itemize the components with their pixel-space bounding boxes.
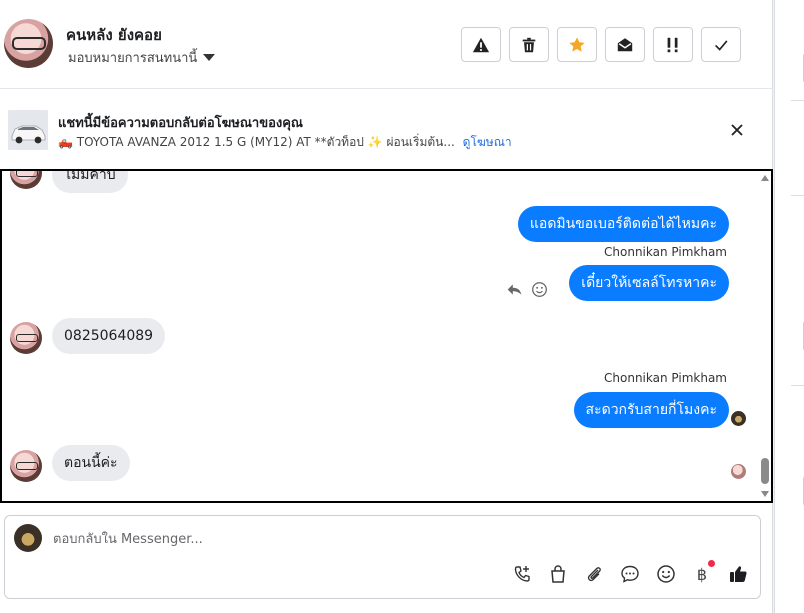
envelope-open-icon	[617, 37, 633, 51]
ad-description-row: 🛻 TOYOTA AVANZA 2012 1.5 G (MY12) AT **ต…	[58, 133, 512, 152]
close-icon[interactable]	[727, 120, 747, 140]
payment-button[interactable]: ฿	[692, 560, 715, 584]
sender-name: Chonnikan Pimkham	[604, 245, 727, 259]
ad-thumbnail[interactable]	[8, 110, 48, 150]
baht-icon: ฿	[696, 564, 708, 584]
header-actions	[461, 27, 741, 62]
shopping-bag-icon	[551, 565, 565, 583]
message-bubble-outgoing: แอดมินขอเบอร์ติดต่อได้ไหมคะ	[517, 206, 729, 242]
contact-name[interactable]: คนหลัง ยังคอย	[66, 23, 162, 47]
trash-icon	[522, 37, 536, 52]
shop-button[interactable]	[548, 564, 568, 584]
sender-name: Chonnikan Pimkham	[604, 371, 727, 385]
call-button[interactable]	[512, 564, 532, 584]
sidebar-divider	[791, 100, 804, 101]
car-image	[8, 110, 48, 150]
priority-button[interactable]	[653, 27, 693, 62]
message-bubble-incoming: ไม่มีค่าบ	[52, 171, 128, 193]
spam-button[interactable]	[461, 27, 501, 62]
reply-icon[interactable]	[506, 281, 523, 298]
ad-description: 🛻 TOYOTA AVANZA 2012 1.5 G (MY12) AT **ต…	[58, 135, 455, 149]
caret-down-icon	[203, 54, 216, 61]
sidebar-divider	[791, 195, 804, 196]
scroll-up-arrow[interactable]	[761, 175, 769, 181]
thumbs-up-icon	[730, 566, 747, 582]
assign-conversation-dropdown[interactable]: มอบหมายการสนทนานี้	[68, 47, 216, 68]
ad-reply-banner: แชทนี้มีข้อความตอบกลับต่อโฆษณาของคุณ 🛻 T…	[0, 90, 773, 169]
message-bubble-outgoing: สะดวกรับสายกี่โมงคะ	[573, 392, 729, 428]
right-sidebar-clipped	[774, 0, 804, 613]
conversation-header: คนหลัง ยังคอย มอบหมายการสนทนานี้	[0, 0, 773, 89]
message-hover-actions	[506, 281, 548, 298]
app-root: คนหลัง ยังคอย มอบหมายการสนทนานี้ แชทนี้ม…	[0, 0, 804, 613]
conversation-panel: คนหลัง ยังคอย มอบหมายการสนทนานี้ แชทนี้ม…	[0, 0, 773, 613]
contact-avatar[interactable]	[4, 19, 53, 68]
contact-avatar-small	[10, 322, 42, 354]
message-scrollbar[interactable]	[759, 171, 771, 501]
scroll-thumb[interactable]	[761, 458, 769, 484]
emoji-button[interactable]	[656, 564, 676, 584]
message-bubble-outgoing: เดี๋ยวให้เซลล์โทรหาคะ	[569, 265, 729, 301]
check-icon	[715, 39, 728, 51]
view-ad-link[interactable]: ดูโฆษณา	[463, 135, 512, 149]
like-button[interactable]	[728, 564, 748, 584]
notification-dot	[708, 560, 715, 567]
paperclip-icon	[587, 567, 601, 582]
message-bubble-incoming: ตอนนี้ค่ะ	[52, 445, 130, 481]
message-bubble-incoming: 0825064089	[52, 318, 166, 354]
call-icon	[514, 566, 530, 582]
done-button[interactable]	[701, 27, 741, 62]
saved-replies-button[interactable]	[620, 564, 640, 584]
attach-button[interactable]	[584, 564, 604, 584]
exclamation-icon	[667, 37, 678, 52]
emoji-react-icon[interactable]	[531, 281, 548, 298]
scroll-down-arrow[interactable]	[761, 491, 769, 497]
sidebar-divider	[791, 385, 804, 386]
warning-icon	[472, 37, 490, 52]
seen-contact-avatar	[731, 464, 746, 479]
reply-input[interactable]	[53, 528, 733, 550]
chat-icon	[621, 565, 639, 583]
star-icon	[569, 36, 585, 52]
composer-toolbar: ฿	[512, 560, 748, 584]
delete-button[interactable]	[509, 27, 549, 62]
contact-avatar-small	[10, 450, 42, 482]
seen-page-avatar	[731, 411, 746, 426]
page-avatar	[14, 524, 42, 552]
mark-unread-button[interactable]	[605, 27, 645, 62]
contact-avatar-small	[10, 171, 42, 189]
assign-label: มอบหมายการสนทนานี้	[68, 51, 198, 66]
ad-title: แชทนี้มีข้อความตอบกลับต่อโฆษณาของคุณ	[58, 116, 303, 131]
message-thread[interactable]: ไม่มีค่าบ แอดมินขอเบอร์ติดต่อได้ไหมคะ Ch…	[0, 169, 773, 503]
star-button[interactable]	[557, 27, 597, 62]
emoji-icon	[657, 565, 675, 583]
reply-composer: ฿	[4, 515, 761, 599]
